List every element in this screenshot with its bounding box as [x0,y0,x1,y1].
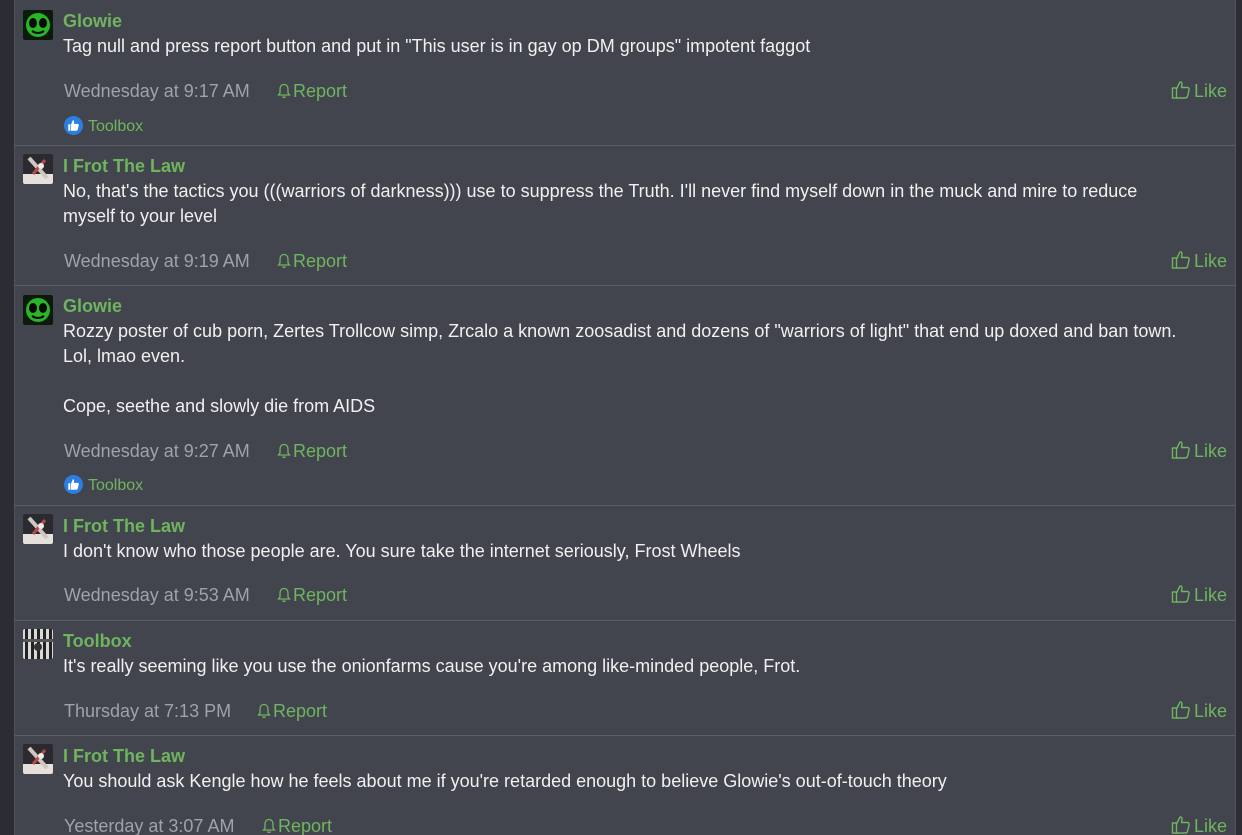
reaction-user-link[interactable]: Toolbox [88,477,143,494]
green-alien-avatar-icon[interactable] [23,10,53,40]
report-label: Report [293,251,348,271]
reactions-bar: Toolbox [64,475,143,497]
post-author[interactable]: I Frot The Law [63,154,185,178]
post-message-line: myself to your level [63,206,218,226]
like-button[interactable]: Like [1171,79,1227,103]
report-button[interactable]: Report [277,79,347,103]
thumbs-up-icon [1171,81,1190,99]
striped-avatar-icon[interactable] [23,629,53,659]
like-button[interactable]: Like [1171,699,1227,723]
post-author[interactable]: I Frot The Law [63,744,185,768]
like-button[interactable]: Like [1171,249,1227,273]
like-button[interactable]: Like [1171,814,1227,835]
report-label: Report [293,81,348,101]
like-button[interactable]: Like [1171,583,1227,607]
post-message-line: I don't know who those people are. You s… [63,541,741,561]
thumbs-up-icon [1171,701,1190,719]
green-alien-avatar-icon[interactable] [23,295,53,325]
post: I Frot The Law I don't know who those pe… [15,505,1235,621]
post: Toolbox It's really seeming like you use… [15,620,1235,736]
like-reaction-icon [64,475,83,494]
post-message-line: Rozzy poster of cub porn, Zertes Trollco… [63,321,1177,341]
post-message-line: Cope, seethe and slowly die from AIDS [63,396,376,416]
post-timestamp[interactable]: Yesterday at 3:07 AM [64,814,234,835]
like-label: Like [1193,81,1227,101]
like-label: Like [1193,701,1227,721]
post-message-line: No, that's the tactics you (((warriors o… [63,181,1138,201]
post: I Frot The Law No, that's the tactics yo… [15,145,1235,286]
post-author[interactable]: Glowie [63,294,122,318]
post-timestamp[interactable]: Thursday at 7:13 PM [64,699,231,723]
like-button[interactable]: Like [1171,439,1227,463]
post-author[interactable]: I Frot The Law [63,514,185,538]
bell-icon [277,83,291,99]
report-button[interactable]: Report [277,583,347,607]
post-author[interactable]: Toolbox [63,629,132,653]
report-label: Report [293,441,348,461]
thumbs-up-icon [1171,441,1190,459]
post-message-line: Tag null and press report button and put… [63,36,811,56]
bell-icon [257,703,271,719]
report-button[interactable]: Report [262,814,332,835]
report-button[interactable]: Report [257,699,327,723]
thumbs-up-icon [1171,251,1190,269]
post-timestamp[interactable]: Wednesday at 9:53 AM [64,583,250,607]
reactions-bar: Toolbox [64,116,143,138]
like-label: Like [1193,585,1227,605]
thread-container: Glowie Tag null and press report button … [14,0,1236,835]
thumbs-up-icon [1171,585,1190,603]
report-button[interactable]: Report [277,249,347,273]
post-message-line: It's really seeming like you use the oni… [63,656,801,676]
report-label: Report [293,585,348,605]
figure-avatar-icon[interactable] [23,514,53,544]
post-message-line: Lol, lmao even. [63,346,186,366]
post: Glowie Tag null and press report button … [15,0,1235,146]
bell-icon [262,818,276,834]
post-author[interactable]: Glowie [63,9,122,33]
report-label: Report [278,816,333,835]
figure-avatar-icon[interactable] [23,744,53,774]
like-reaction-icon [64,116,83,135]
post: I Frot The Law You should ask Kengle how… [15,735,1235,835]
post-timestamp[interactable]: Wednesday at 9:17 AM [64,79,250,103]
report-label: Report [273,701,328,721]
bell-icon [277,443,291,459]
like-label: Like [1193,251,1227,271]
bell-icon [277,253,291,269]
figure-avatar-icon[interactable] [23,154,53,184]
report-button[interactable]: Report [277,439,347,463]
thumbs-up-icon [1171,816,1190,834]
post-timestamp[interactable]: Wednesday at 9:19 AM [64,249,250,273]
like-label: Like [1193,816,1227,835]
like-label: Like [1193,441,1227,461]
post-message-line: You should ask Kengle how he feels about… [63,771,947,791]
post-timestamp[interactable]: Wednesday at 9:27 AM [64,439,250,463]
reaction-user-link[interactable]: Toolbox [88,118,143,135]
post: Glowie Rozzy poster of cub porn, Zertes … [15,285,1235,506]
bell-icon [277,587,291,603]
